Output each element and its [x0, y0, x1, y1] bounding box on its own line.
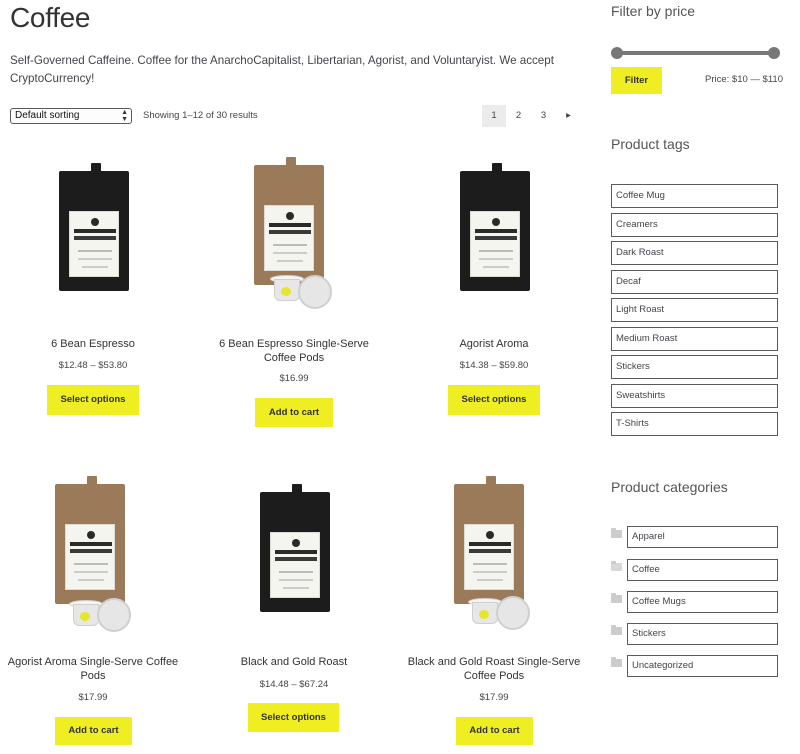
sorting-select-value: Default sorting [15, 110, 80, 121]
category-item: Apparel [611, 526, 778, 550]
product-price: $14.38 – $59.80 [459, 360, 529, 371]
select-options-button[interactable]: Select options [448, 385, 540, 415]
result-count: Showing 1–12 of 30 results [143, 110, 258, 121]
product-name[interactable]: 6 Bean Espresso [3, 338, 183, 352]
folder-icon [611, 528, 622, 538]
product-card: Agorist Aroma Single-Serve Coffee Pods $… [3, 476, 183, 746]
category-item: Coffee [611, 559, 778, 583]
product-image[interactable] [204, 157, 384, 317]
product-price: $16.99 [279, 373, 309, 384]
coffee-bag-image [55, 476, 125, 604]
price-slider-track[interactable] [615, 51, 775, 55]
coffee-bag-image [460, 163, 530, 291]
folder-icon [611, 625, 622, 635]
product-price: $17.99 [479, 692, 509, 703]
price-range-label: Price: $10 — $110 [705, 74, 783, 85]
price-slider-max-handle[interactable] [768, 47, 780, 59]
tag-link[interactable]: Creamers [611, 213, 778, 237]
category-item: Stickers [611, 623, 778, 647]
tag-link[interactable]: Light Roast [611, 298, 778, 322]
category-link[interactable]: Apparel [627, 526, 778, 548]
select-options-button[interactable]: Select options [248, 703, 339, 732]
category-link[interactable]: Stickers [627, 623, 778, 645]
product-name[interactable]: Black and Gold Roast Single-Serve Coffee… [404, 656, 584, 683]
category-item: Uncategorized [611, 655, 778, 679]
coffee-pod-image [496, 596, 530, 630]
product-name[interactable]: Agorist Aroma [404, 338, 584, 352]
product-name[interactable]: Black and Gold Roast [204, 656, 384, 670]
select-options-button[interactable]: Select options [47, 385, 139, 415]
filter-by-price-title: Filter by price [611, 3, 696, 19]
product-price: $12.48 – $53.80 [58, 360, 128, 371]
product-name[interactable]: 6 Bean Espresso Single-Serve Coffee Pods [204, 338, 384, 365]
coffee-bag-image [59, 163, 129, 291]
folder-open-icon [611, 561, 622, 571]
tag-link[interactable]: Decaf [611, 270, 778, 294]
product-card: Agorist Aroma $14.38 – $59.80 Select opt… [404, 163, 584, 423]
product-card: Black and Gold Roast Single-Serve Coffee… [404, 476, 584, 746]
add-to-cart-button[interactable]: Add to cart [255, 398, 333, 427]
page-title: Coffee [10, 2, 91, 33]
coffee-bag-image [454, 476, 524, 604]
page-2-link[interactable]: 2 [506, 105, 531, 127]
page-3-link[interactable]: 3 [531, 105, 556, 127]
coffee-pod-image [298, 275, 332, 309]
tag-link[interactable]: Stickers [611, 355, 778, 379]
product-price: $14.48 – $67.24 [259, 679, 329, 690]
product-image[interactable] [3, 163, 183, 323]
product-price: $17.99 [78, 692, 108, 703]
add-to-cart-button[interactable]: Add to cart [456, 717, 533, 745]
select-arrows-icon: ▲ ▼ [121, 109, 128, 123]
price-slider-min-handle[interactable] [611, 47, 623, 59]
tag-link[interactable]: Coffee Mug [611, 184, 778, 208]
sorting-select[interactable]: Default sorting ▲ ▼ [10, 108, 132, 124]
product-card: Black and Gold Roast $14.48 – $67.24 Sel… [204, 484, 384, 744]
tag-link[interactable]: T-Shirts [611, 412, 778, 436]
folder-icon [611, 593, 622, 603]
product-image[interactable] [404, 476, 584, 636]
coffee-bag-image [254, 157, 324, 285]
category-description: Self-Governed Caffeine. Coffee for the A… [10, 54, 554, 85]
category-link[interactable]: Coffee Mugs [627, 591, 778, 613]
coffee-bag-image [260, 484, 330, 612]
tag-link[interactable]: Sweatshirts [611, 384, 778, 408]
product-image[interactable] [3, 476, 183, 636]
next-page-icon[interactable]: ▸ [556, 105, 581, 127]
category-link[interactable]: Uncategorized [627, 655, 778, 677]
product-image[interactable] [204, 484, 384, 644]
product-categories-title: Product categories [611, 479, 728, 495]
tag-link[interactable]: Dark Roast [611, 241, 778, 265]
category-item: Coffee Mugs [611, 591, 778, 615]
page-1-current: 1 [482, 105, 506, 127]
category-link[interactable]: Coffee [627, 559, 778, 581]
tag-link[interactable]: Medium Roast [611, 327, 778, 351]
product-card: 6 Bean Espresso $12.48 – $53.80 Select o… [3, 163, 183, 423]
add-to-cart-button[interactable]: Add to cart [55, 717, 132, 745]
coffee-pod-image [97, 598, 131, 632]
product-name[interactable]: Agorist Aroma Single-Serve Coffee Pods [3, 656, 183, 683]
product-image[interactable] [404, 163, 584, 323]
pagination: 1 2 3 ▸ [482, 105, 581, 127]
folder-icon [611, 657, 622, 667]
product-tags-title: Product tags [611, 136, 690, 152]
filter-button[interactable]: Filter [611, 67, 662, 94]
product-card: 6 Bean Espresso Single-Serve Coffee Pods… [204, 157, 384, 427]
